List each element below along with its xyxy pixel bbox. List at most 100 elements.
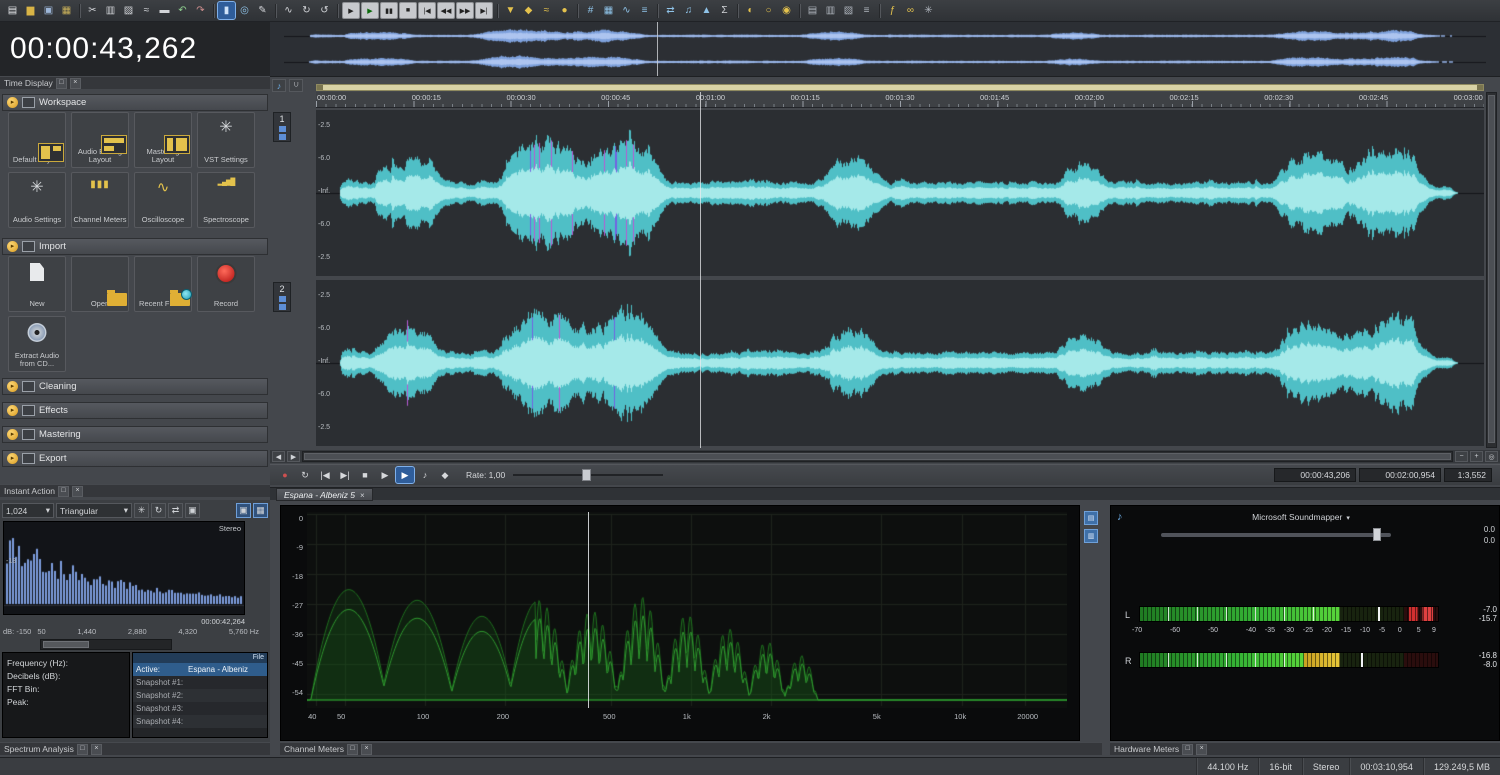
task-button-extract-audio-from-cd[interactable]: Extract Audio from CD...: [8, 316, 66, 372]
media-explorer-icon[interactable]: ▦: [58, 2, 75, 19]
task-button-spectroscope[interactable]: ▂▄▆█ Spectroscope: [197, 172, 255, 228]
ignore-fx-icon[interactable]: ○: [760, 2, 777, 19]
go-to-end-button[interactable]: ▶|: [336, 467, 354, 483]
float-icon[interactable]: [347, 743, 359, 755]
section-header-mastering[interactable]: ▸ Mastering: [2, 426, 268, 443]
go-to-end-icon[interactable]: ▶|: [475, 2, 493, 19]
meter-hold-icon[interactable]: ▥: [1084, 529, 1098, 543]
trim-icon[interactable]: ▬: [156, 2, 173, 19]
pause-icon[interactable]: ▮▮: [380, 2, 398, 19]
rewind-icon[interactable]: ◀◀: [437, 2, 455, 19]
float-icon[interactable]: [76, 743, 88, 755]
snapshot-row[interactable]: Snapshot #2:: [133, 689, 267, 702]
forward-icon[interactable]: ▶▶: [456, 2, 474, 19]
snap-enable-icon[interactable]: #: [582, 2, 599, 19]
close-icon[interactable]: [360, 490, 365, 500]
go-to-start-icon[interactable]: |◀: [418, 2, 436, 19]
section-header-cleaning[interactable]: ▸ Cleaning: [2, 378, 268, 395]
auto-snap-icon[interactable]: ↺: [316, 2, 333, 19]
magnify-tool-icon[interactable]: ◎: [236, 2, 253, 19]
close-icon[interactable]: [361, 743, 373, 755]
normalize-icon[interactable]: ▲: [698, 2, 715, 19]
snapshot-icon[interactable]: ▣: [185, 503, 200, 518]
window-list-icon[interactable]: ≡: [858, 2, 875, 19]
task-button-record[interactable]: Record: [197, 256, 255, 312]
channel-converter-icon[interactable]: ⇄: [662, 2, 679, 19]
bypass-fx-icon[interactable]: ◉: [778, 2, 795, 19]
cut-icon[interactable]: ✂: [84, 2, 101, 19]
speaker-icon[interactable]: ♪: [1117, 511, 1123, 523]
zoom-out-icon[interactable]: −: [1455, 451, 1468, 462]
insert-region-icon[interactable]: ◆: [520, 2, 537, 19]
cascade-windows-icon[interactable]: ▧: [840, 2, 857, 19]
vertical-scrollbar[interactable]: [1486, 92, 1497, 448]
task-button-audio-settings[interactable]: ✳ Audio Settings: [8, 172, 66, 228]
section-header-effects[interactable]: ▸ Effects: [2, 402, 268, 419]
redo-icon[interactable]: ↷: [192, 2, 209, 19]
gain-slider-thumb[interactable]: [1372, 528, 1381, 541]
settings-gear-icon[interactable]: ✳: [134, 503, 149, 518]
save-file-icon[interactable]: ▣: [40, 2, 57, 19]
zoom-in-icon[interactable]: +: [1470, 451, 1483, 462]
window-type-select[interactable]: Triangular ▾: [56, 503, 132, 518]
output-device-select[interactable]: Microsoft Soundmapper ▾: [1171, 512, 1431, 522]
task-button-vst-settings[interactable]: ✳ VST Settings: [197, 112, 255, 168]
waveform-channel-1-canvas[interactable]: [316, 110, 1484, 276]
paste-icon[interactable]: ▨: [120, 2, 137, 19]
play-normal-button[interactable]: ▶: [376, 467, 394, 483]
grid-icon[interactable]: ▦: [253, 503, 268, 518]
tile-horizontal-icon[interactable]: ▤: [804, 2, 821, 19]
spectrum-scrollbar[interactable]: [40, 639, 172, 650]
snapshot-row[interactable]: Snapshot #4:: [133, 715, 267, 728]
scrollbar-thumb[interactable]: [1488, 95, 1495, 443]
lock-event-icon[interactable]: ◐: [742, 2, 759, 19]
task-button-mastering-layout[interactable]: Mastering Layout: [134, 112, 192, 168]
playhead-cursor[interactable]: [700, 92, 701, 448]
scrollbar-thumb[interactable]: [43, 641, 89, 648]
statistics-icon[interactable]: Σ: [716, 2, 733, 19]
play-plugin-chain-button[interactable]: ▶: [395, 466, 415, 484]
document-tab[interactable]: Espana - Albeniz 5: [276, 488, 373, 501]
channel-badge[interactable]: 1: [273, 112, 291, 142]
waveform-channel-2-canvas[interactable]: [316, 280, 1484, 446]
pencil-tool-icon[interactable]: ✎: [254, 2, 271, 19]
close-icon[interactable]: [90, 743, 102, 755]
open-file-icon[interactable]: ▆: [22, 2, 39, 19]
rate-slider-thumb[interactable]: [582, 469, 592, 481]
float-icon[interactable]: [58, 485, 70, 497]
task-button-oscilloscope[interactable]: ∿ Oscilloscope: [134, 172, 192, 228]
snap-grid-icon[interactable]: ▦: [600, 2, 617, 19]
loop-mode-icon[interactable]: ↻: [298, 2, 315, 19]
section-header-workspace[interactable]: ▸ Workspace: [2, 94, 268, 111]
close-icon[interactable]: [1196, 743, 1208, 755]
edit-tool-icon[interactable]: ▮: [217, 1, 236, 20]
horizontal-scrollbar[interactable]: [302, 451, 1453, 462]
task-button-recent-files[interactable]: Recent Files...: [134, 256, 192, 312]
snapshot-row[interactable]: Snapshot #3:: [133, 702, 267, 715]
waveform-editor[interactable]: [316, 110, 1484, 446]
sync-icon[interactable]: ⇄: [168, 503, 183, 518]
channel-badge[interactable]: 2: [273, 282, 291, 312]
task-button-new[interactable]: New: [8, 256, 66, 312]
plugin-chainer-icon[interactable]: ∞: [902, 2, 919, 19]
scroll-left-icon[interactable]: ◀: [272, 451, 285, 462]
overview-waveform[interactable]: [270, 22, 1500, 77]
meter-options-icon[interactable]: ▤: [1084, 511, 1098, 525]
close-icon[interactable]: [72, 485, 84, 497]
stop-button[interactable]: ■: [356, 467, 374, 483]
task-button-audio-editing-layout[interactable]: Audio Editing Layout: [71, 112, 129, 168]
float-icon[interactable]: [1182, 743, 1194, 755]
output-gain-slider[interactable]: [1161, 528, 1391, 541]
mix-icon[interactable]: ≈: [138, 2, 155, 19]
scrollbar-thumb[interactable]: [304, 453, 1451, 460]
lock-loop-icon[interactable]: ●: [556, 2, 573, 19]
hardware-settings-icon[interactable]: ✳: [920, 2, 937, 19]
undo-icon[interactable]: ↶: [174, 2, 191, 19]
magnet-snap-icon[interactable]: ∩: [289, 79, 303, 92]
section-header-import[interactable]: ▸ Import: [2, 238, 268, 255]
tile-vertical-icon[interactable]: ▥: [822, 2, 839, 19]
snapshot-row[interactable]: Snapshot #1:: [133, 676, 267, 689]
float-icon[interactable]: [55, 77, 67, 89]
rate-slider[interactable]: [513, 468, 664, 482]
task-button-default-layout[interactable]: Default Layout: [8, 112, 66, 168]
